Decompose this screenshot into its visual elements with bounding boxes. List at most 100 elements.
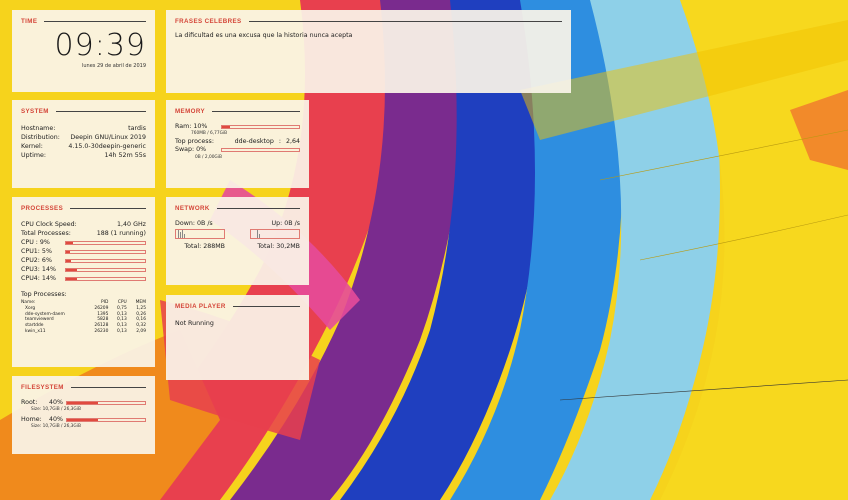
ram-bar-fill — [222, 125, 230, 128]
media-title-row: MEDIA PLAYER — [175, 303, 300, 310]
cpu-row: CPU3: 14% — [21, 265, 146, 274]
system-label: Distribution: — [21, 134, 60, 141]
cpu-bar — [65, 249, 146, 254]
time-panel: TIME 09:39 lunes 29 de abril de 2019 — [12, 10, 155, 92]
filesystem-title-row: FILESYSTEM — [21, 384, 146, 391]
table-row: kwin_x11 26230 0,13 2,09 — [21, 329, 146, 335]
filesystem-title: FILESYSTEM — [21, 384, 64, 391]
title-rule — [212, 111, 300, 112]
network-title-row: NETWORK — [175, 205, 300, 212]
ram-label: Ram: 10% — [175, 123, 208, 130]
cpu-bar — [65, 267, 146, 272]
quotes-title-row: FRASES CELEBRES — [175, 18, 562, 25]
fs-percent: 40% — [49, 416, 63, 423]
fs-bar — [66, 400, 146, 405]
system-row-uptime: Uptime: 14h 52m 55s — [21, 151, 146, 160]
cpu-label: CPU3: 14% — [21, 266, 56, 273]
cpu-clock-value: 1,40 GHz — [117, 221, 146, 228]
title-rule — [216, 208, 300, 209]
processes-panel: PROCESSES CPU Clock Speed: 1,40 GHz Total… — [12, 197, 155, 367]
upload-graph — [250, 229, 300, 239]
filesystem-panel: FILESYSTEM Root: 40% Size: 10,7GiB / 26,3G… — [12, 376, 155, 454]
upload-unit: /s — [294, 220, 300, 227]
cpu-bar — [65, 276, 146, 281]
system-value: tardis — [128, 125, 146, 132]
fs-size: Size: 10,7GiB / 26,3GiB — [31, 407, 81, 412]
cpu-bar — [65, 258, 146, 263]
title-rule — [44, 21, 146, 22]
fs-percent: 40% — [49, 399, 63, 406]
media-status: Not Running — [175, 320, 214, 327]
processes-title: PROCESSES — [21, 205, 64, 212]
cpu-bar-fill — [66, 241, 74, 244]
network-title: NETWORK — [175, 205, 210, 212]
top-process-label: Top process: — [175, 138, 214, 145]
fs-label: Root: — [21, 399, 38, 406]
download-speed: Down: 0B /s — [175, 220, 225, 227]
system-title: SYSTEM — [21, 108, 49, 115]
cpu-bar-fill — [66, 277, 78, 280]
fs-label: Home: — [21, 416, 42, 423]
top-processes-title: Top Processes: — [21, 291, 67, 298]
download-label: Down: 0B — [175, 220, 206, 227]
process-table: Name: PID CPU MEM Xorg 26209 0,75 1,25 dde-s… — [21, 300, 146, 335]
title-rule — [70, 387, 146, 388]
memory-top-process: Top process: dde-desktop : 2,64 — [175, 137, 300, 146]
time-title-row: TIME — [21, 18, 146, 25]
cpu-bar-fill — [66, 268, 78, 271]
quotes-panel: FRASES CELEBRES La dificultad es una exc… — [166, 10, 571, 93]
filesystem-list: Root: 40% Size: 10,7GiB / 26,3GiB Home: 40% S… — [21, 399, 146, 430]
top-process-name: dde-desktop — [234, 138, 274, 145]
fs-bar-fill — [67, 401, 99, 404]
cpu-label: CPU4: 14% — [21, 275, 56, 282]
system-panel: SYSTEM Hostname: tardis Distribution: Deep… — [12, 100, 155, 188]
system-value: Deepin GNU/Linux 2019 — [70, 134, 146, 141]
title-rule — [232, 306, 300, 307]
cpu-bar-fill — [66, 250, 70, 253]
processes-title-row: PROCESSES — [21, 205, 146, 212]
media-title: MEDIA PLAYER — [175, 303, 226, 310]
fs-size: Size: 10,7GiB / 26,3GiB — [31, 424, 81, 429]
fs-bar — [66, 417, 146, 422]
system-value: 4.15.0-30deepin-generic — [68, 143, 146, 150]
media-player-panel: MEDIA PLAYER Not Running — [166, 295, 309, 380]
filesystem-item: Root: 40% Size: 10,7GiB / 26,3GiB — [21, 399, 146, 413]
memory-panel: MEMORY Ram: 10% 760MB / 6,77GiB Top proc… — [166, 100, 309, 188]
table-cell: 0,13 — [116, 328, 127, 334]
cpu-list: CPU : 9% CPU1: 5% CPU2: 6% CPU3: 14% CPU4: 1… — [21, 238, 146, 283]
cpu-row: CPU2: 6% — [21, 256, 146, 265]
date: lunes 29 de abril de 2019 — [81, 63, 146, 69]
cpu-clock-row: CPU Clock Speed: 1,40 GHz — [21, 220, 146, 229]
swap-bar — [221, 147, 300, 152]
swap-label: Swap: 0% — [175, 146, 207, 153]
cpu-label: CPU1: 5% — [21, 248, 52, 255]
cpu-row: CPU1: 5% — [21, 247, 146, 256]
download-graph — [175, 229, 225, 239]
download-unit: /s — [207, 220, 213, 227]
table-cell: kwin_x11 — [25, 328, 46, 334]
cpu-bar-fill — [66, 259, 71, 262]
cpu-row: CPU4: 14% — [21, 274, 146, 283]
top-process-sep: : — [278, 138, 281, 145]
system-label: Hostname: — [21, 125, 56, 132]
download-total: Total: 288MB — [184, 243, 225, 250]
filesystem-item: Home: 40% Size: 10,7GiB / 26,3GiB — [21, 416, 146, 430]
upload-total: Total: 30,2MB — [257, 243, 300, 250]
fs-bar-fill — [67, 418, 99, 421]
upload-speed: Up: 0B /s — [250, 220, 300, 227]
quotes-title: FRASES CELEBRES — [175, 18, 242, 25]
system-row-kernel: Kernel: 4.15.0-30deepin-generic — [21, 142, 146, 151]
system-label: Kernel: — [21, 143, 43, 150]
clock: 09:39 — [54, 28, 146, 63]
network-panel: NETWORK Down: 0B /s Total: 288MB Up: 0B … — [166, 197, 309, 285]
time-title: TIME — [21, 18, 38, 25]
quote-text: La dificultad es una excusa que la histo… — [175, 32, 353, 39]
memory-title: MEMORY — [175, 108, 206, 115]
total-processes-row: Total Processes: 188 (1 running) — [21, 229, 146, 238]
cpu-bar — [65, 240, 146, 245]
system-value: 14h 52m 55s — [104, 152, 146, 159]
total-processes-label: Total Processes: — [21, 230, 71, 237]
system-title-row: SYSTEM — [21, 108, 146, 115]
cpu-label: CPU2: 6% — [21, 257, 52, 264]
upload-label: Up: 0B — [271, 220, 293, 227]
